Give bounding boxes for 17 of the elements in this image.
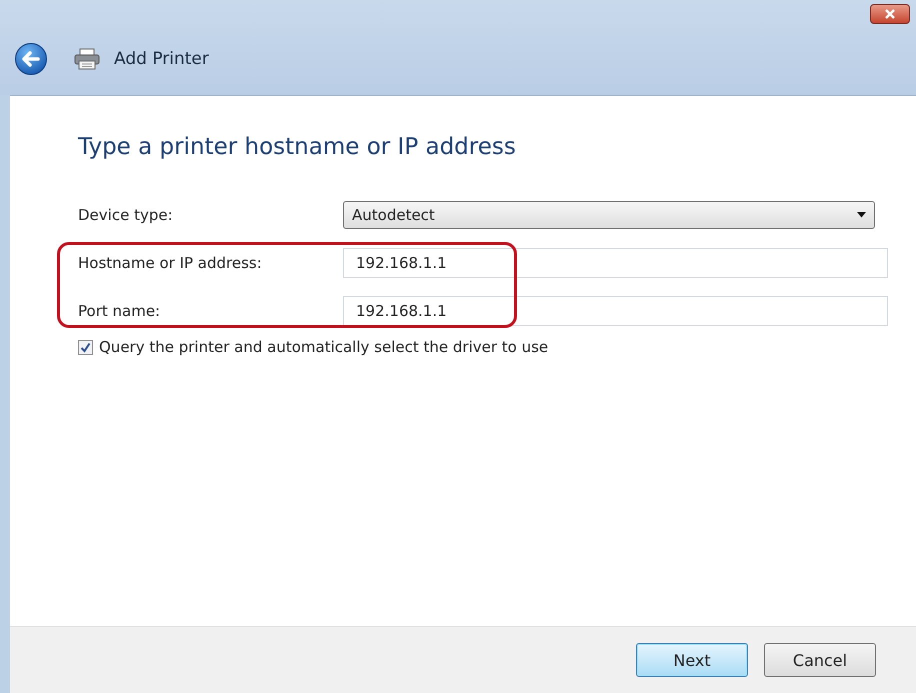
input-field[interactable]: 192.168.1.1 xyxy=(343,296,888,326)
window-title: Add Printer xyxy=(114,49,209,69)
field-label: Device type: xyxy=(78,206,174,224)
checkbox[interactable] xyxy=(78,340,93,354)
field-label: Hostname or IP address: xyxy=(78,254,263,272)
field-label: Port name: xyxy=(78,302,162,320)
close-button[interactable] xyxy=(870,4,910,24)
checkbox-label: Query the printer and automatically select the driver to use xyxy=(99,338,548,356)
input-field[interactable]: 192.168.1.1 xyxy=(343,248,888,278)
dialog-button[interactable]: Cancel xyxy=(764,643,876,677)
page-heading: Type a printer hostname or IP address xyxy=(78,134,517,160)
close-icon xyxy=(883,9,897,19)
printer-icon xyxy=(74,48,100,70)
device-type-dropdown[interactable]: Autodetect xyxy=(343,201,875,229)
caret-icon xyxy=(857,212,866,218)
dialog-button[interactable]: Next xyxy=(636,643,748,677)
back-button[interactable] xyxy=(14,42,48,76)
